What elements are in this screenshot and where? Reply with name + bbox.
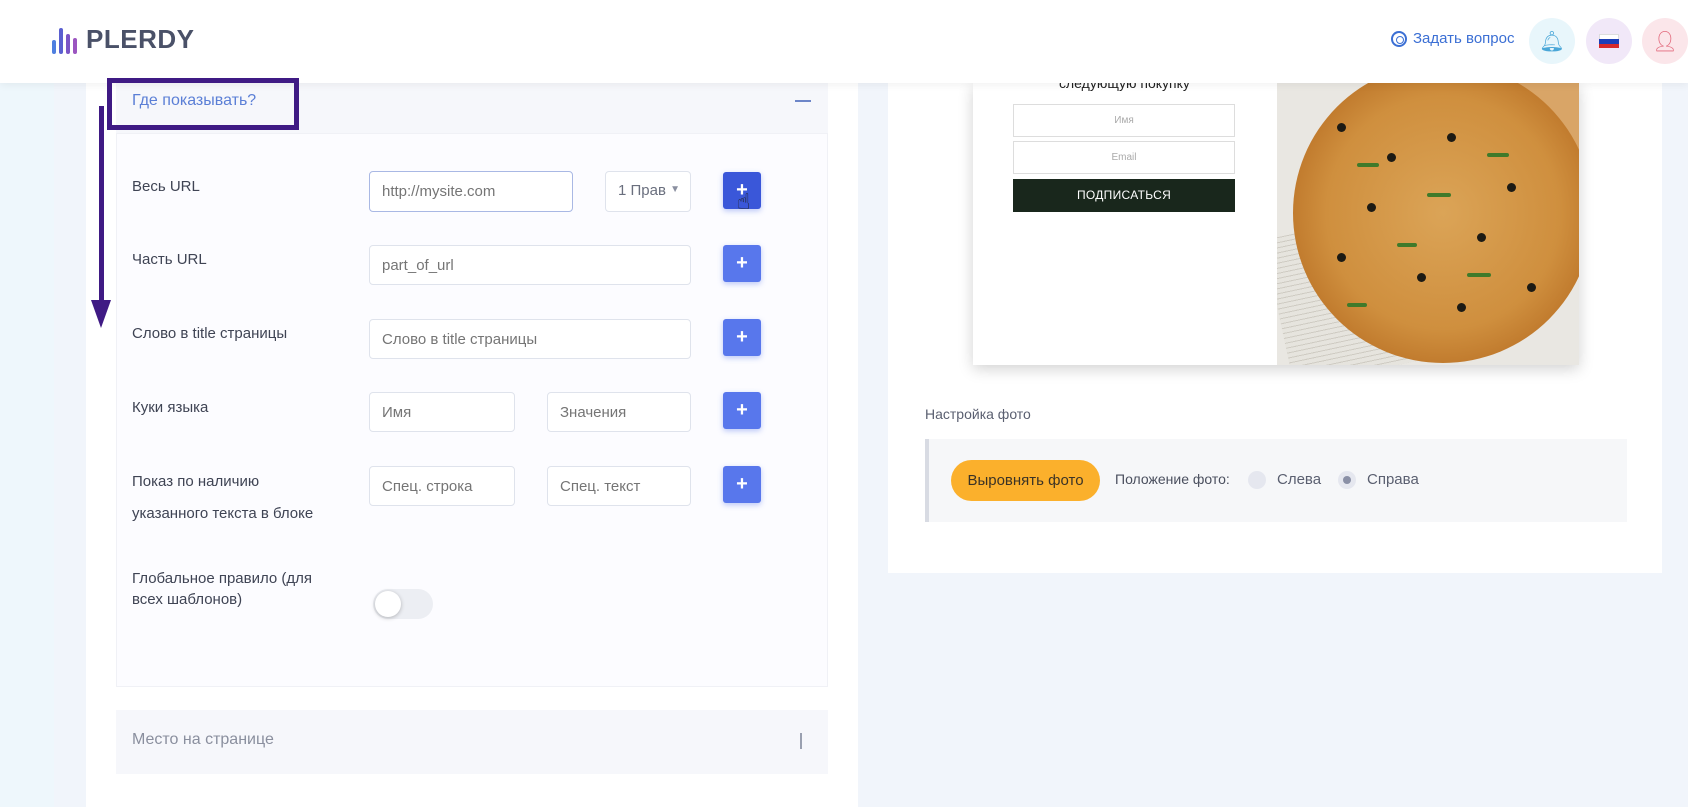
user-icon: 👤︎ xyxy=(1652,30,1678,53)
add-text-in-block-button[interactable]: + xyxy=(723,466,761,503)
lifebuoy-icon xyxy=(1391,30,1407,47)
preview-email-field: Email xyxy=(1013,141,1235,174)
radio-right[interactable] xyxy=(1338,471,1356,489)
ask-question-link[interactable]: Задать вопрос xyxy=(1391,30,1514,47)
special-row-input[interactable] xyxy=(369,466,515,506)
language-button[interactable] xyxy=(1586,18,1632,64)
add-title-word-button[interactable]: + xyxy=(723,319,761,356)
text-in-block-label-line2: указанного текста в блоке xyxy=(132,505,314,522)
logo-text: PLERDY xyxy=(86,24,195,54)
place-accordion-title[interactable]: Место на странице xyxy=(132,731,274,749)
cookie-value-input[interactable] xyxy=(547,392,691,432)
popup-preview: следующую покупку Имя Email ПОДПИСАТЬСЯ xyxy=(973,83,1579,365)
plus-icon: + xyxy=(736,473,748,495)
ask-question-label: Задать вопрос xyxy=(1413,30,1515,47)
plerdy-logo[interactable]: PLERDY xyxy=(52,24,194,55)
part-url-input[interactable] xyxy=(369,245,691,285)
photo-settings-title: Настройка фото xyxy=(925,406,1031,422)
align-photo-button[interactable]: Выровнять фото xyxy=(951,460,1100,501)
top-header: PLERDY Задать вопрос 🔔︎ 👤︎ xyxy=(0,0,1688,83)
annotation-arrow-line xyxy=(99,106,104,304)
plus-icon: + xyxy=(736,326,748,348)
preview-subscribe-button: ПОДПИСАТЬСЯ xyxy=(1013,179,1235,212)
left-sidebar-strip xyxy=(0,0,54,807)
expand-bar-icon[interactable] xyxy=(800,733,802,749)
logo-bars-icon xyxy=(52,26,80,54)
annotation-highlight-box xyxy=(107,78,299,130)
add-cookie-button[interactable]: + xyxy=(723,392,761,429)
part-url-label: Часть URL xyxy=(132,251,207,268)
bell-icon: 🔔︎ xyxy=(1539,30,1565,53)
plus-icon: + xyxy=(736,252,748,274)
annotation-arrow-down-icon xyxy=(91,300,111,328)
radio-right-label[interactable]: Справа xyxy=(1367,471,1419,488)
radio-left-label[interactable]: Слева xyxy=(1277,471,1321,488)
plus-icon: + xyxy=(736,399,748,421)
title-word-input[interactable] xyxy=(369,319,691,359)
preview-top-text: следующую покупку xyxy=(1059,83,1190,91)
preview-name-field: Имя xyxy=(1013,104,1235,137)
full-url-label: Весь URL xyxy=(132,178,200,195)
notifications-button[interactable]: 🔔︎ xyxy=(1529,18,1575,64)
rule-select-value: 1 Прав xyxy=(618,182,666,199)
title-word-label: Слово в title страницы xyxy=(132,325,288,342)
cookie-name-input[interactable] xyxy=(369,392,515,432)
full-url-rule-select[interactable]: 1 Прав ▼ xyxy=(605,171,691,212)
chevron-down-icon: ▼ xyxy=(670,184,680,195)
full-url-input[interactable] xyxy=(369,171,573,212)
profile-button[interactable]: 👤︎ xyxy=(1642,18,1688,64)
russian-flag-icon xyxy=(1599,34,1619,48)
global-rule-label-line2: всех шаблонов) xyxy=(132,591,243,608)
pizza-photo xyxy=(1277,83,1579,365)
hand-cursor-icon: ☝︎ xyxy=(737,189,751,214)
global-rule-toggle[interactable] xyxy=(373,589,433,619)
toggle-knob xyxy=(375,591,401,617)
lang-cookie-label: Куки языка xyxy=(132,399,209,416)
text-in-block-label-line1: Показ по наличию xyxy=(132,473,260,490)
add-part-url-button[interactable]: + xyxy=(723,245,761,282)
global-rule-label-line1: Глобальное правило (для xyxy=(132,570,313,587)
collapse-minus-icon[interactable] xyxy=(795,100,811,102)
radio-left[interactable] xyxy=(1248,471,1266,489)
special-text-input[interactable] xyxy=(547,466,691,506)
photo-position-label: Положение фото: xyxy=(1115,471,1230,487)
